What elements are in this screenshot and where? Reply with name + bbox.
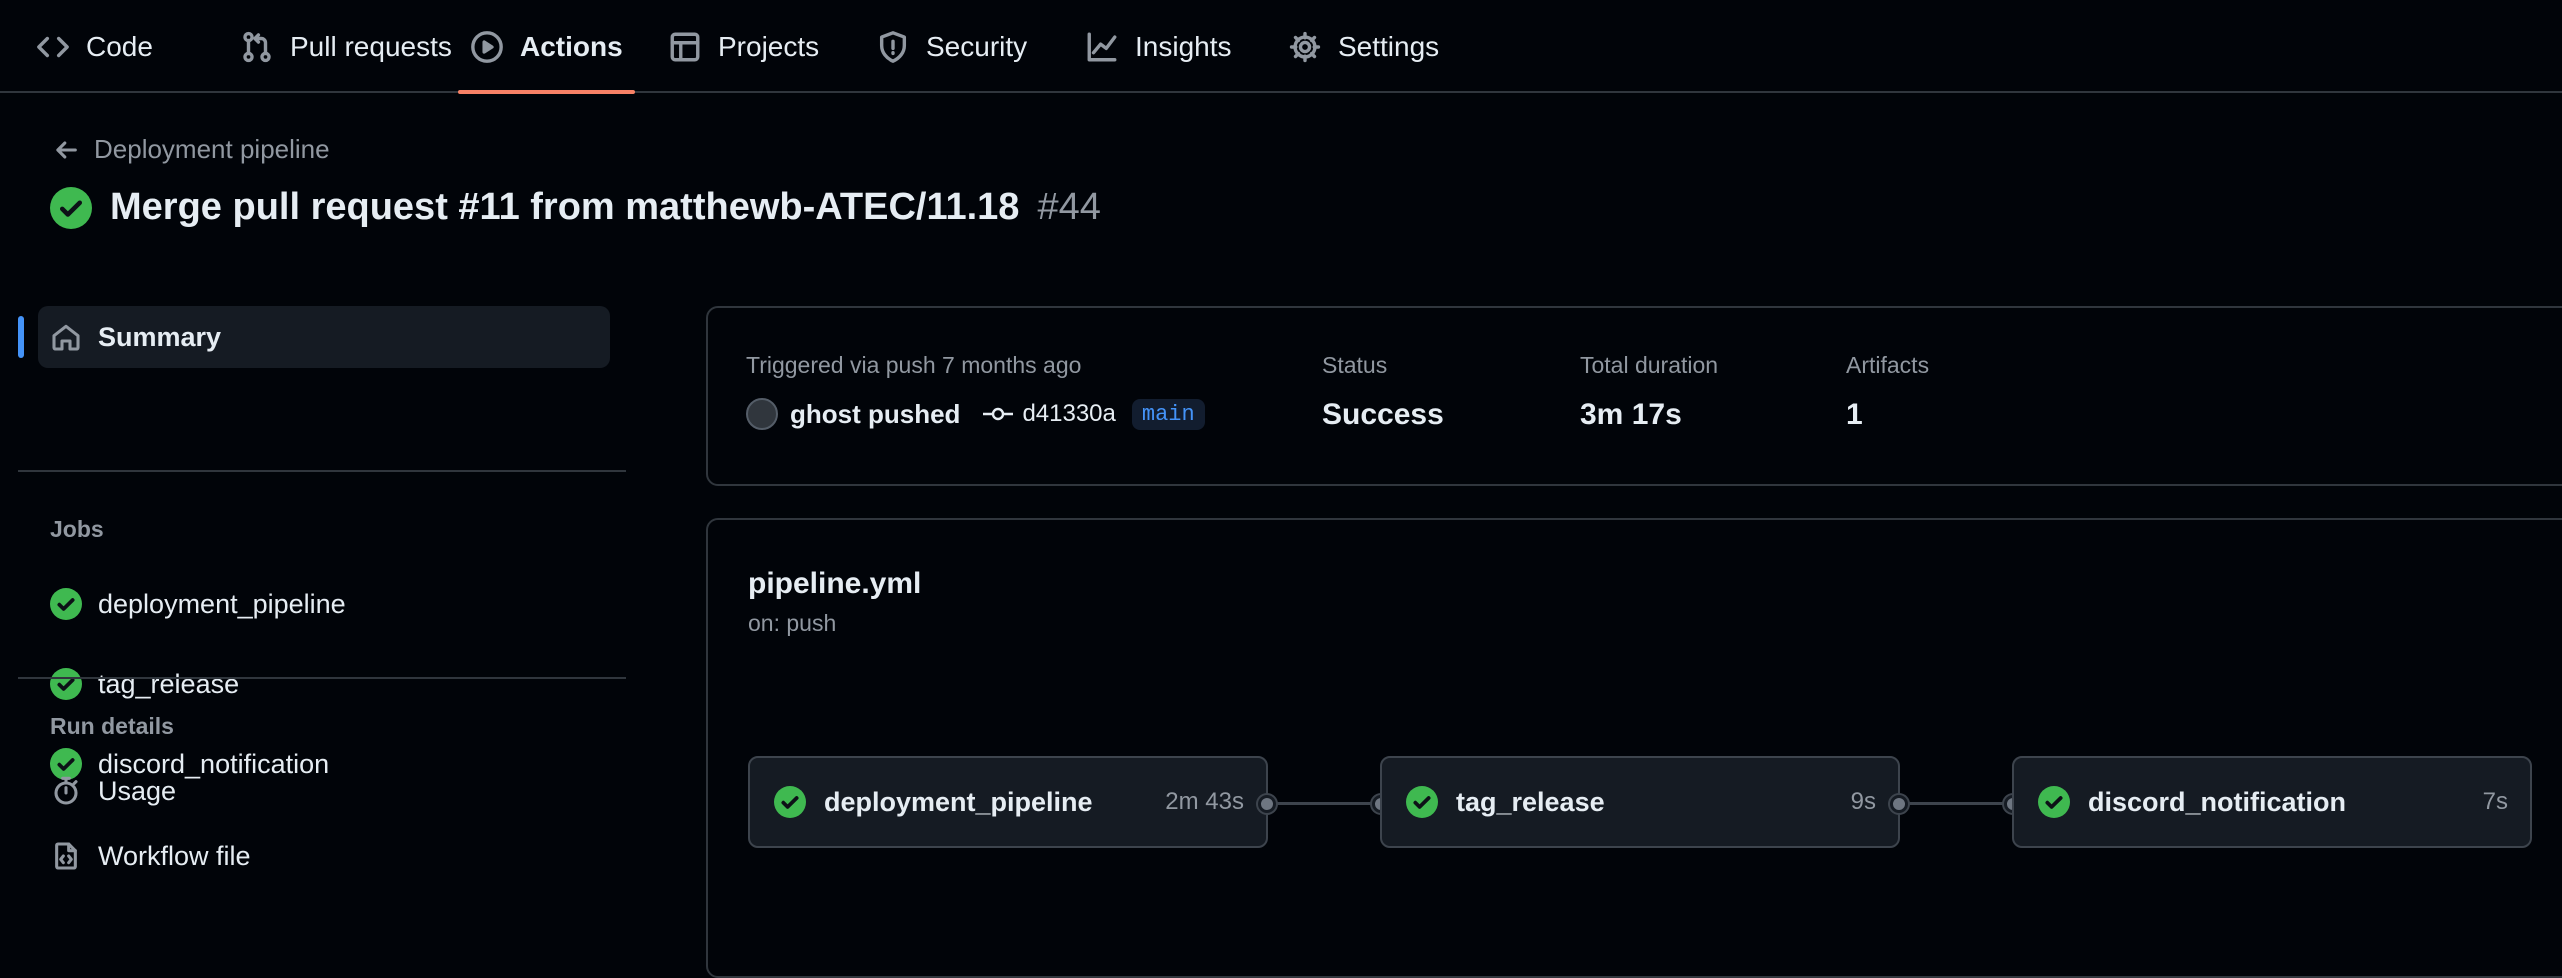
commit-link[interactable]: d41330a (982, 400, 1116, 428)
run-details-heading: Run details (50, 713, 174, 739)
job-duration: 2m 43s (1165, 788, 1244, 815)
check-circle-icon (2038, 786, 2070, 818)
tab-label: Pull requests (290, 30, 452, 62)
tab-settings[interactable]: Settings (1288, 0, 1439, 93)
duration-label: Total duration (1580, 352, 1719, 378)
run-summary-panel (706, 306, 2562, 486)
avatar[interactable] (746, 398, 778, 430)
job-output-port (1890, 795, 1908, 813)
artifacts-value[interactable]: 1 (1846, 398, 1863, 432)
sidebar-job-deployment-pipeline[interactable]: deployment_pipeline (50, 588, 346, 620)
job-duration: 9s (1850, 788, 1876, 815)
job-name: tag_release (1456, 786, 1605, 817)
git-pull-request-icon (243, 31, 271, 62)
tab-label: Code (86, 30, 153, 62)
sidebar-item-workflow-file[interactable]: Workflow file (50, 840, 251, 872)
tab-label: Settings (1338, 30, 1440, 62)
job-output-port (1258, 795, 1276, 813)
job-duration: 7s (2482, 788, 2508, 815)
sidebar-job-tag-release[interactable]: tag_release (50, 668, 239, 700)
table-icon (670, 32, 700, 61)
tab-insights[interactable]: Insights (1085, 0, 1232, 93)
tab-projects[interactable]: Projects (668, 0, 819, 93)
git-commit-icon (983, 407, 1014, 421)
artifacts-label: Artifacts (1846, 352, 1930, 378)
trigger-label: Triggered via push 7 months ago (746, 352, 1082, 378)
gear-icon (1289, 31, 1321, 62)
status-value: Success (1322, 398, 1444, 431)
sidebar-item-label: Usage (98, 775, 177, 806)
job-connector (1266, 802, 1378, 805)
repo-nav: Code Pull requests Actions Projects Secu… (0, 0, 2562, 94)
sidebar-item-label: tag_release (98, 668, 240, 699)
graph-icon (1087, 32, 1117, 61)
home-icon (52, 324, 80, 351)
workflow-name: Deployment pipeline (94, 134, 330, 164)
sidebar-divider (18, 677, 626, 679)
job-card-discord-notification[interactable]: discord_notification 7s (2012, 756, 2532, 848)
arrow-left-icon (56, 140, 77, 159)
tab-code[interactable]: Code (36, 0, 153, 93)
tab-label: Insights (1135, 30, 1232, 62)
tab-label: Actions (520, 30, 623, 62)
trigger-info: ghost pushed d41330a main (746, 398, 1205, 430)
job-name: deployment_pipeline (824, 786, 1093, 817)
sidebar-item-usage[interactable]: Usage (50, 775, 176, 807)
shield-icon (879, 30, 907, 63)
tab-pull-requests[interactable]: Pull requests (240, 0, 452, 93)
stopwatch-icon (54, 776, 78, 805)
job-connector (1898, 802, 2010, 805)
tab-security[interactable]: Security (876, 0, 1027, 93)
job-card-deployment-pipeline[interactable]: deployment_pipeline 2m 43s (748, 756, 1268, 848)
run-title: Merge pull request #11 from matthewb-ATE… (110, 186, 1020, 228)
jobs-heading: Jobs (50, 516, 104, 542)
actor-label[interactable]: ghost pushed (790, 399, 960, 430)
check-circle-icon (1406, 786, 1438, 818)
play-icon (471, 30, 503, 63)
back-to-workflow-link[interactable]: Deployment pipeline (52, 134, 330, 165)
duration-value: 3m 17s (1580, 398, 1682, 431)
tab-actions[interactable]: Actions (458, 0, 635, 94)
status-label: Status (1322, 352, 1388, 378)
sidebar-item-label: Workflow file (98, 840, 251, 871)
check-circle-icon (774, 786, 806, 818)
job-name: discord_notification (2088, 786, 2347, 817)
workflow-file-name: pipeline.yml (748, 567, 922, 600)
sidebar-item-label: Summary (98, 321, 222, 352)
workflow-graph-panel (706, 518, 2562, 978)
file-code-icon (55, 842, 77, 870)
sidebar-item-label: deployment_pipeline (98, 588, 346, 619)
check-circle-icon (50, 668, 82, 700)
check-circle-icon (50, 588, 82, 620)
workflow-trigger: on: push (748, 610, 837, 636)
check-circle-icon (50, 186, 92, 229)
tab-label: Projects (718, 30, 820, 62)
code-icon (37, 36, 69, 57)
branch-badge[interactable]: main (1131, 398, 1205, 430)
sidebar-divider (18, 470, 626, 472)
page-title: Merge pull request #11 from matthewb-ATE… (50, 186, 1101, 229)
commit-sha: d41330a (1022, 400, 1116, 427)
run-number: #44 (1037, 186, 1101, 228)
job-card-tag-release[interactable]: tag_release 9s (1380, 756, 1900, 848)
sidebar-item-summary[interactable]: Summary (18, 306, 610, 368)
tab-label: Security (926, 30, 1028, 62)
